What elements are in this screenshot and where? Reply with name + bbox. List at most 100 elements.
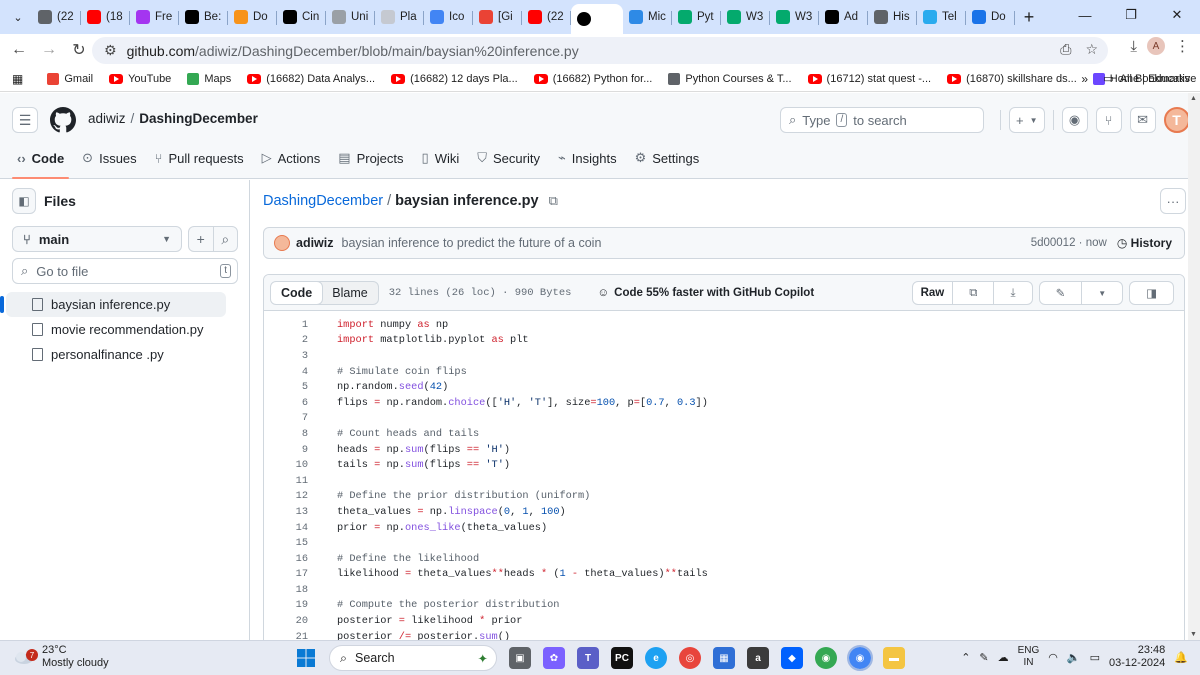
bookmark-star-icon[interactable]: ☆ (1085, 41, 1098, 58)
amazon-icon[interactable]: a (747, 647, 769, 669)
owner-link[interactable]: adiwiz (88, 111, 126, 126)
repo-tab-code[interactable]: ‹› Code (8, 143, 73, 179)
line-number[interactable]: 12 (264, 490, 308, 502)
github-logo-icon[interactable] (50, 107, 76, 133)
volume-icon[interactable]: 🔈 (1067, 651, 1081, 664)
repo-tab-actions[interactable]: ▷ Actions (253, 143, 330, 173)
create-new-button[interactable]: + ▼ (1009, 107, 1045, 133)
breadcrumb-repo-link[interactable]: DashingDecember (263, 193, 383, 209)
code-line[interactable]: 17 likelihood = theta_values**heads * (1 … (264, 567, 1184, 583)
browser-tab[interactable]: Do (228, 3, 277, 31)
user-avatar[interactable]: T (1163, 107, 1190, 133)
copilot-promo[interactable]: ☺ Code 55% faster with GitHub Copilot (597, 287, 814, 299)
repo-tab-security[interactable]: ⛉ Security (468, 143, 549, 173)
code-line[interactable]: 12 # Define the prior distribution (unifo… (264, 489, 1184, 505)
line-number[interactable]: 15 (264, 537, 308, 549)
chrome-icon[interactable]: ◉ (815, 647, 837, 669)
history-button[interactable]: ◷ History (1117, 236, 1172, 250)
edge-icon[interactable]: e (645, 647, 667, 669)
line-number[interactable]: 13 (264, 506, 308, 518)
code-line[interactable]: 19 # Compute the posterior distribution (264, 598, 1184, 614)
new-tab-button[interactable]: + (1015, 7, 1043, 28)
browser-tab[interactable]: Mic (623, 3, 672, 31)
downloads-icon[interactable]: ⤓ (1130, 38, 1137, 55)
line-number[interactable]: 20 (264, 615, 308, 627)
browser-tab[interactable] (571, 4, 623, 34)
collapse-sidebar-button[interactable]: ◧ (12, 188, 36, 214)
bookmark-item[interactable]: (16870) skillshare ds... (939, 73, 1085, 85)
hamburger-menu-button[interactable]: ☰ (12, 107, 38, 133)
line-number[interactable]: 7 (264, 412, 308, 424)
page-scrollbar[interactable]: ▲ ▼ (1188, 93, 1200, 640)
restore-button[interactable]: ❐ (1108, 0, 1154, 30)
browser-tab[interactable]: (22 (522, 3, 571, 31)
code-line[interactable]: 9 heads = np.sum(flips == 'H') (264, 442, 1184, 458)
code-line[interactable]: 1 import numpy as np (264, 317, 1184, 333)
language-indicator[interactable]: ENG IN (1018, 645, 1040, 669)
edit-file-button[interactable]: ✎ (1040, 282, 1082, 304)
line-number[interactable]: 14 (264, 522, 308, 534)
pull-requests-button[interactable]: ⑂ (1095, 107, 1122, 133)
address-bar[interactable]: ⚙ github.com/adiwiz/DashingDecember/blob… (92, 37, 1108, 64)
more-options-button[interactable]: ··· (1160, 188, 1186, 214)
code-line[interactable]: 18 (264, 582, 1184, 598)
code-line[interactable]: 10 tails = np.sum(flips == 'T') (264, 457, 1184, 473)
code-line[interactable]: 14 prior = np.ones_like(theta_values) (264, 520, 1184, 536)
browser-tab[interactable]: [Gi (473, 3, 522, 31)
scroll-down-arrow-icon[interactable]: ▼ (1190, 631, 1197, 638)
browser-tab[interactable]: Ico (424, 3, 473, 31)
browser-tab[interactable]: Cin (277, 3, 326, 31)
system-clock[interactable]: 23:48 03-12-2024 (1109, 644, 1165, 670)
browser-tab[interactable]: Pyt (672, 3, 721, 31)
line-number[interactable]: 9 (264, 444, 308, 456)
raw-button[interactable]: Raw (913, 282, 953, 304)
file-explorer-icon[interactable]: ▬ (883, 647, 905, 669)
line-number[interactable]: 18 (264, 584, 308, 596)
file-tree-item[interactable]: baysian inference.py (0, 292, 226, 317)
search-input[interactable]: ⌕ Type / to search (780, 107, 984, 133)
symbols-panel-button[interactable]: ◨ (1130, 282, 1173, 304)
browser-tab[interactable]: (22 (32, 3, 81, 31)
add-file-button[interactable]: + (189, 227, 213, 251)
code-line[interactable]: 15 (264, 535, 1184, 551)
inbox-button[interactable]: ✉ (1129, 107, 1156, 133)
code-line[interactable]: 16 # Define the likelihood (264, 551, 1184, 567)
browser-tab[interactable]: (18 (81, 3, 130, 31)
cloud-tray-icon[interactable]: ☁ (998, 651, 1009, 664)
code-line[interactable]: 2 import matplotlib.pyplot as plt (264, 333, 1184, 349)
browser-tab[interactable]: Tel (917, 3, 966, 31)
code-line[interactable]: 20 posterior = likelihood * prior (264, 613, 1184, 629)
browser-tab[interactable]: Fre (130, 3, 179, 31)
commit-author-avatar[interactable] (274, 235, 290, 251)
browser-tab[interactable]: His (868, 3, 917, 31)
task-view-icon[interactable]: ▣ (509, 647, 531, 669)
chrome-canary-icon[interactable]: ◎ (679, 647, 701, 669)
code-line[interactable]: 5 np.random.seed(42) (264, 379, 1184, 395)
code-line[interactable]: 11 (264, 473, 1184, 489)
go-to-file-input[interactable]: ⌕ Go to file t (12, 258, 238, 284)
repo-tab-insights[interactable]: ⌁ Insights (549, 143, 626, 173)
line-number[interactable]: 19 (264, 599, 308, 611)
commit-message[interactable]: baysian inference to predict the future … (342, 236, 602, 250)
all-bookmarks-button[interactable]: ▭ All Bookmarks (1103, 72, 1190, 86)
line-number[interactable]: 4 (264, 366, 308, 378)
forward-button[interactable]: → (36, 37, 62, 63)
line-number[interactable]: 1 (264, 319, 308, 331)
browser-tab[interactable]: Uni (326, 3, 375, 31)
profile-avatar[interactable]: A (1147, 37, 1165, 55)
bookmark-item[interactable]: (16712) stat quest -... (800, 73, 940, 85)
search-files-button[interactable]: ⌕ (212, 227, 238, 251)
chevron-up-icon[interactable]: ⌃ (961, 651, 970, 664)
line-number[interactable]: 6 (264, 397, 308, 409)
site-info-icon[interactable]: ⚙ (104, 42, 117, 59)
bookmark-item[interactable]: (16682) Data Analys... (239, 73, 383, 85)
blame-tab[interactable]: Blame (322, 282, 377, 304)
line-number[interactable]: 2 (264, 334, 308, 346)
pen-icon[interactable]: ✎ (979, 651, 988, 664)
bookmark-item[interactable]: (16682) 12 days Pla... (383, 73, 526, 85)
code-tab[interactable]: Code (270, 281, 324, 304)
code-line[interactable]: 3 (264, 348, 1184, 364)
download-raw-button[interactable]: ⤓ (993, 282, 1031, 304)
browser-tab[interactable]: W3 (770, 3, 819, 31)
kebab-menu-icon[interactable]: ⋮ (1175, 37, 1190, 55)
